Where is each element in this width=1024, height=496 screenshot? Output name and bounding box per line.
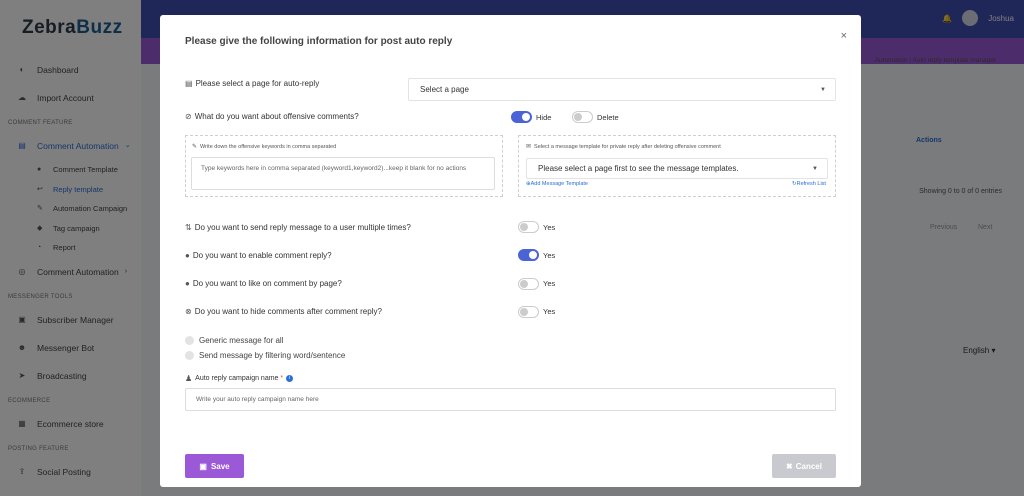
save-button[interactable]: ▣ Save: [185, 454, 244, 478]
toggle-knob: [522, 113, 530, 121]
modal-title: Please give the following information fo…: [185, 36, 453, 47]
question-like-label: ● Do you want to like on comment by page?: [185, 279, 342, 288]
keywords-label: ✎ Write down the offensive keywords in co…: [192, 143, 337, 151]
file-icon: ▤: [185, 79, 193, 88]
keywords-label-text: Write down the offensive keywords in com…: [200, 143, 337, 150]
question-multiple-label: ⇅ Do you want to send reply message to a …: [185, 223, 411, 232]
template-select[interactable]: Please select a page first to see the me…: [526, 158, 828, 179]
add-template-text: Add Message Template: [530, 181, 588, 187]
offensive-label-text: What do you want about offensive comment…: [194, 112, 359, 121]
page-select-value: Select a page: [420, 85, 469, 94]
toggle-knob: [529, 251, 537, 259]
comment-icon: ●: [185, 279, 190, 288]
radio-circle: [185, 336, 194, 345]
question-text: Do you want to like on comment by page?: [192, 279, 342, 288]
question-enable-reply-label: ● Do you want to enable comment reply?: [185, 251, 332, 260]
question-hide-label: ⊗ Do you want to hide comments after comm…: [185, 307, 382, 316]
comment-icon: ●: [185, 251, 190, 260]
multiple-reply-toggle[interactable]: [518, 221, 539, 233]
ban-icon: ⊘: [185, 112, 192, 121]
question-text: Do you want to send reply message to a u…: [194, 223, 411, 232]
question-text: Do you want to hide comments after comme…: [194, 307, 382, 316]
delete-toggle[interactable]: [572, 111, 593, 123]
sort-icon: ⇅: [185, 223, 192, 232]
radio-filter[interactable]: Send message by filtering word/sentence: [185, 351, 345, 360]
page-select-label-text: Please select a page for auto-reply: [195, 79, 320, 88]
auto-reply-modal: Please give the following information fo…: [160, 15, 861, 487]
close-icon: ✖: [786, 461, 793, 471]
radio-generic-label: Generic message for all: [199, 336, 284, 345]
offensive-label: ⊘ What do you want about offensive commen…: [185, 112, 359, 121]
caret-down-icon: ▼: [812, 165, 818, 172]
enable-reply-yes: Yes: [543, 251, 556, 260]
user-icon: ♟: [185, 374, 193, 383]
template-label: ✉ Select a message template for private r…: [526, 143, 721, 151]
toggle-knob: [520, 308, 528, 316]
campaign-name-label: ♟ Auto reply campaign name * i: [185, 374, 294, 383]
hide-after-reply-toggle[interactable]: [518, 306, 539, 318]
enable-reply-toggle[interactable]: [518, 249, 539, 261]
info-icon[interactable]: i: [286, 375, 294, 382]
hide-label: Hide: [536, 113, 552, 122]
template-label-text: Select a message template for private re…: [534, 143, 721, 150]
like-comment-toggle[interactable]: [518, 278, 539, 290]
eye-slash-icon: ⊗: [185, 307, 192, 316]
like-comment-yes: Yes: [543, 279, 556, 288]
refresh-list-link[interactable]: ↻ Refresh List: [792, 181, 826, 187]
refresh-list-text: Refresh List: [796, 181, 826, 187]
envelope-icon: ✉: [526, 144, 532, 150]
page-select[interactable]: Select a page ▼: [408, 78, 836, 101]
cancel-label: Cancel: [795, 461, 822, 471]
hide-toggle[interactable]: [511, 111, 532, 123]
cancel-button[interactable]: ✖ Cancel: [772, 454, 836, 478]
template-select-value: Please select a page first to see the me…: [538, 164, 739, 173]
campaign-name-input[interactable]: Write your auto reply campaign name here: [185, 388, 836, 411]
save-label: Save: [210, 461, 230, 471]
campaign-name-label-text: Auto reply campaign name: [195, 375, 279, 382]
pencil-icon: ✎: [192, 144, 198, 150]
multiple-reply-yes: Yes: [543, 223, 556, 232]
toggle-knob: [520, 223, 528, 231]
required-marker: *: [280, 375, 284, 382]
toggle-knob: [520, 280, 528, 288]
hide-after-reply-yes: Yes: [543, 307, 556, 316]
toggle-knob: [574, 113, 582, 121]
caret-down-icon: ▼: [820, 86, 826, 93]
add-template-link[interactable]: ⊕ Add Message Template: [526, 181, 588, 187]
close-icon[interactable]: ×: [841, 30, 847, 42]
radio-circle: [185, 351, 194, 360]
delete-label: Delete: [597, 113, 619, 122]
radio-generic[interactable]: Generic message for all: [185, 336, 283, 345]
keywords-textarea[interactable]: Type keywords here in comma separated (k…: [191, 157, 495, 190]
radio-filter-label: Send message by filtering word/sentence: [199, 351, 346, 360]
question-text: Do you want to enable comment reply?: [192, 251, 332, 260]
save-icon: ▣: [199, 461, 207, 471]
page-select-label: ▤ Please select a page for auto-reply: [185, 79, 319, 88]
